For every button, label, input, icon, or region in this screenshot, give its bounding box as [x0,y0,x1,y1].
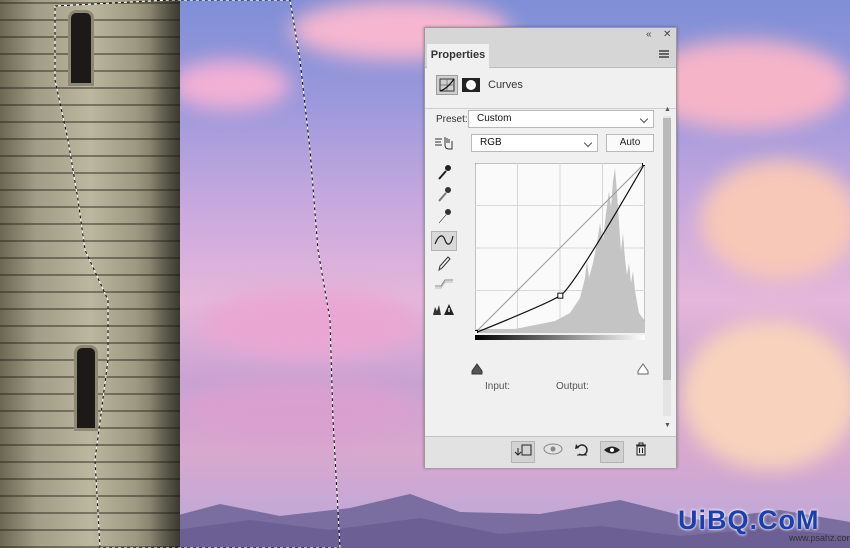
curves-graph[interactable] [475,163,645,333]
clipping-warning-icon[interactable] [431,301,457,321]
watermark-url: www.psahz.com [789,533,850,543]
scroll-down-icon[interactable]: ▼ [664,422,671,429]
input-label: Input: [485,381,511,392]
preset-value: Custom [477,113,512,124]
output-label: Output: [556,381,589,392]
reset-icon[interactable] [570,441,594,463]
curves-adjustment-icon[interactable] [436,75,458,95]
watermark-logo: UiBQ.CoM [678,505,820,535]
view-previous-icon[interactable] [541,441,565,463]
curve-points-icon[interactable] [431,231,457,251]
scroll-up-icon[interactable]: ▲ [664,106,671,113]
slider-handles[interactable] [471,363,651,375]
preset-dropdown[interactable]: Custom [468,110,654,128]
sample-shadows-eyedropper-icon[interactable] [431,163,457,183]
properties-panel: « ✕ Properties Curves Preset: Custom RGB… [424,27,677,468]
auto-button[interactable]: Auto [606,134,654,152]
adjustment-title: Curves [488,79,523,91]
visibility-eye-icon[interactable] [600,441,624,463]
pencil-draw-icon[interactable] [431,254,457,274]
curve-control-point[interactable] [475,330,478,334]
black-point-slider[interactable] [471,363,483,375]
chevron-down-icon [639,114,649,124]
channel-value: RGB [480,137,502,148]
sample-midtones-eyedropper-icon[interactable] [431,185,457,205]
preset-label: Preset: [436,114,468,125]
clip-to-layer-icon[interactable] [511,441,535,463]
close-icon[interactable]: ✕ [663,28,671,42]
panel-title-bar[interactable]: « ✕ [425,28,676,42]
smooth-curve-icon[interactable] [431,276,457,296]
curve-control-point[interactable] [557,292,564,299]
white-point-slider[interactable] [637,363,649,375]
channel-dropdown[interactable]: RGB [471,134,598,152]
on-image-adjust-icon[interactable] [431,133,457,153]
chevron-down-icon [583,138,593,148]
scroll-thumb[interactable] [663,118,671,380]
collapse-icon[interactable]: « [646,28,652,42]
tab-row: Properties [425,42,676,68]
curve-control-point[interactable] [642,163,646,166]
trash-icon[interactable] [629,441,653,463]
sample-highlights-eyedropper-icon[interactable] [431,207,457,227]
tab-properties[interactable]: Properties [427,44,489,68]
panel-menu-icon[interactable] [659,50,669,58]
layer-mask-icon[interactable] [460,75,482,95]
scrollbar[interactable]: ▲ ▼ [661,106,673,436]
gradient-bar [475,335,645,340]
panel-bottom-bar [425,436,676,468]
curves-content: Preset: Custom RGB Auto Input: Output: [425,108,676,435]
